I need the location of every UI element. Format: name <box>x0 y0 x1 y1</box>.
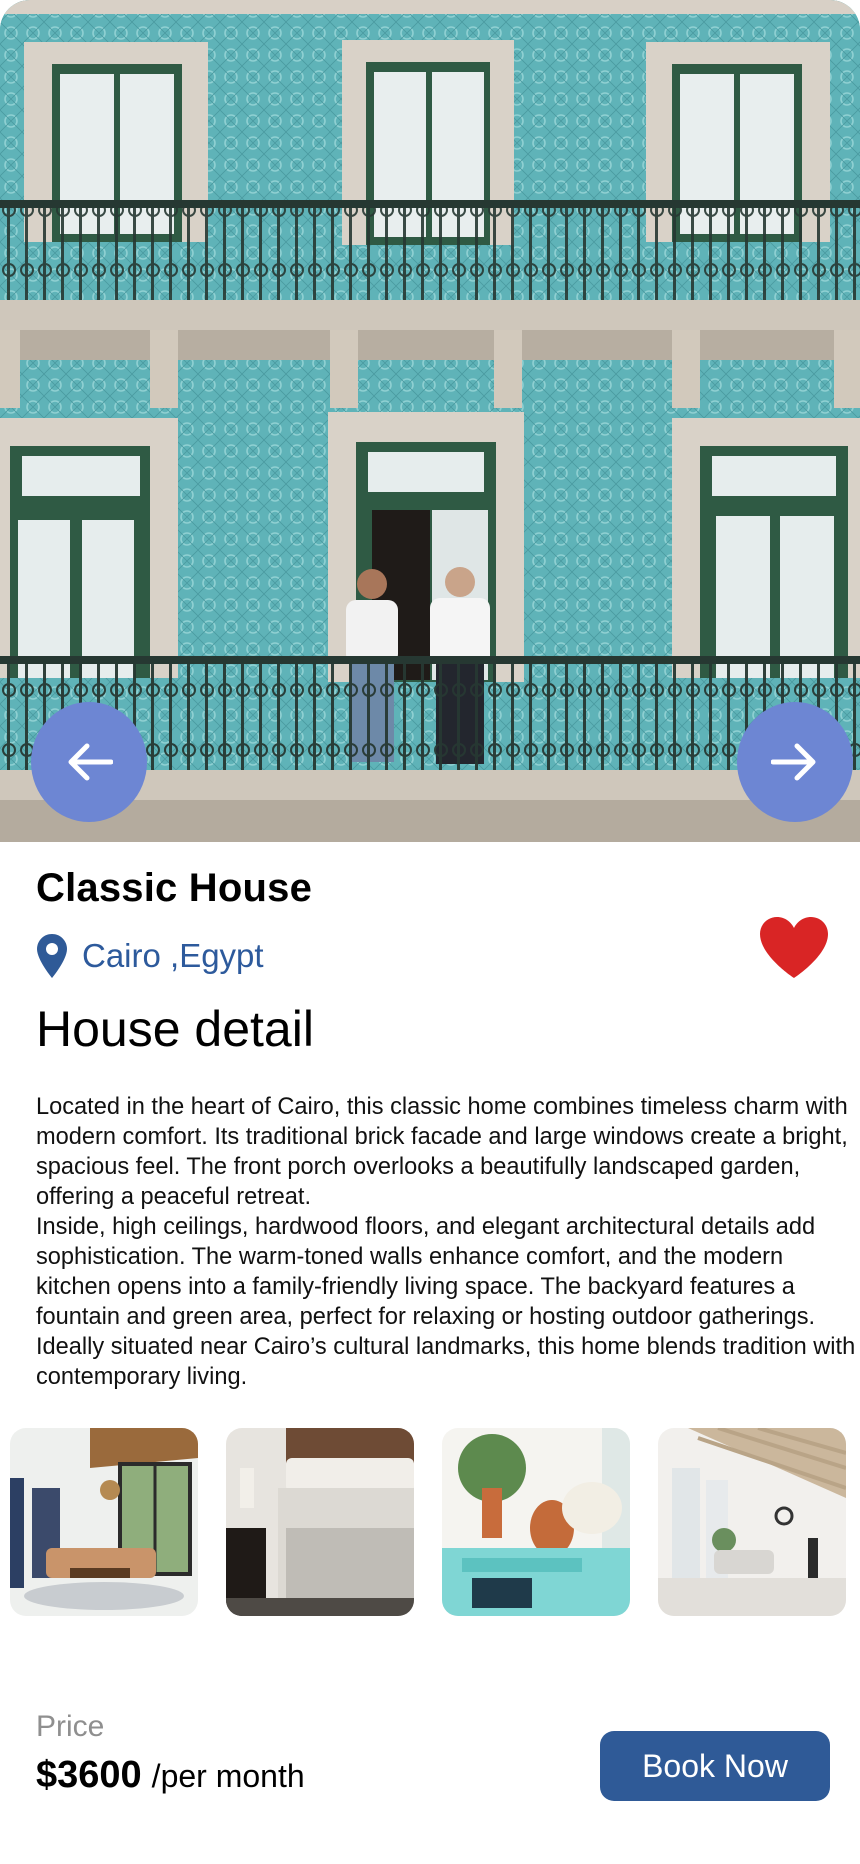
gallery-thumbnail-sunroom[interactable] <box>658 1428 846 1616</box>
arrow-left-icon <box>68 743 113 781</box>
price-row: $3600 /per month <box>36 1754 305 1797</box>
price-label: Price <box>36 1710 105 1743</box>
previous-image-button[interactable] <box>31 702 147 822</box>
arrow-right-icon <box>771 743 816 781</box>
property-description: Located in the heart of Cairo, this clas… <box>36 1092 856 1392</box>
location-text: Cairo ,Egypt <box>82 937 264 974</box>
description-paragraph: Located in the heart of Cairo, this clas… <box>36 1094 848 1210</box>
gallery-thumbnail-living-room[interactable] <box>10 1428 198 1616</box>
gallery-thumbnail-bedroom[interactable] <box>226 1428 414 1616</box>
book-now-button[interactable]: Book Now <box>600 1731 830 1801</box>
gallery-thumbnail-lounge[interactable] <box>442 1428 630 1616</box>
favorite-heart-icon[interactable] <box>758 916 830 980</box>
hero-image <box>0 0 860 842</box>
price-amount: $3600 <box>36 1754 142 1796</box>
map-pin-icon <box>37 934 67 978</box>
price-unit: /per month <box>151 1758 305 1794</box>
property-location: Cairo ,Egypt <box>36 933 264 979</box>
next-image-button[interactable] <box>737 702 853 822</box>
property-title: Classic House <box>36 866 313 910</box>
section-heading: House detail <box>36 1001 314 1057</box>
description-paragraph: Inside, high ceilings, hardwood floors, … <box>36 1214 856 1390</box>
photo-gallery <box>10 1428 846 1616</box>
